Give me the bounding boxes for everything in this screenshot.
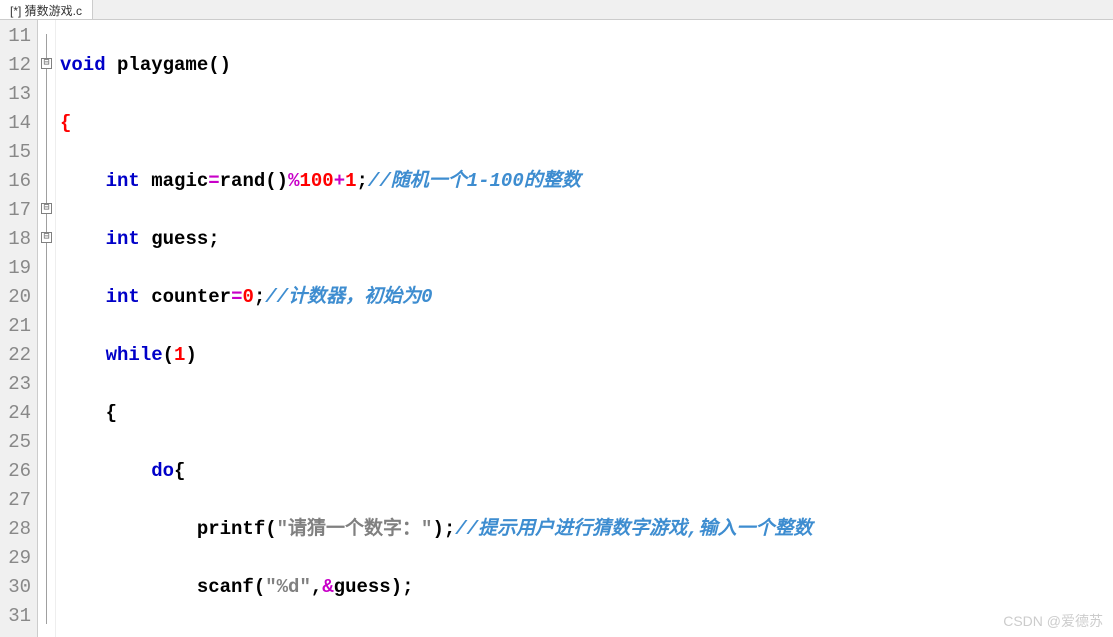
semicolon: ; [444, 518, 455, 540]
line-number: 15 [0, 138, 31, 167]
brace-open: { [174, 460, 185, 482]
line-number: 20 [0, 283, 31, 312]
comment: //随机一个1-100的整数 [368, 170, 581, 192]
line-number: 14 [0, 109, 31, 138]
number: 1 [345, 170, 356, 192]
number: 0 [242, 286, 253, 308]
string-literal: "%d" [265, 576, 311, 598]
code-area[interactable]: void playgame() { int magic=rand()%100+1… [56, 20, 1113, 637]
semicolon: ; [357, 170, 368, 192]
fold-guideline [46, 34, 47, 624]
code-line[interactable]: { [60, 109, 1113, 138]
comment: //计数器，初始为0 [265, 286, 432, 308]
line-number: 27 [0, 486, 31, 515]
identifier: magic [151, 170, 208, 192]
parens: () [208, 54, 231, 76]
paren-close: ) [391, 576, 402, 598]
line-number: 24 [0, 399, 31, 428]
line-number: 25 [0, 428, 31, 457]
tab-bar: [*] 猜数游戏.c [0, 0, 1113, 20]
line-number: 11 [0, 22, 31, 51]
number: 100 [299, 170, 333, 192]
keyword-int: int [106, 228, 140, 250]
code-line[interactable]: do{ [60, 457, 1113, 486]
code-line[interactable]: while(1) [60, 341, 1113, 370]
semicolon: ; [208, 228, 219, 250]
line-number: 23 [0, 370, 31, 399]
semicolon: ; [402, 576, 413, 598]
code-line[interactable]: int magic=rand()%100+1;//随机一个1-100的整数 [60, 167, 1113, 196]
parens: () [265, 170, 288, 192]
comment: //提示用户进行猜数字游戏,输入一个整数 [455, 518, 812, 540]
code-line[interactable]: void playgame() [60, 51, 1113, 80]
line-number: 21 [0, 312, 31, 341]
semicolon: ; [254, 286, 265, 308]
line-number: 26 [0, 457, 31, 486]
function-call: rand [220, 170, 266, 192]
op-assign: = [208, 170, 219, 192]
fold-toggle-icon[interactable]: ⊟ [41, 58, 52, 69]
line-number: 29 [0, 544, 31, 573]
identifier: counter [151, 286, 231, 308]
code-line[interactable]: int guess; [60, 225, 1113, 254]
line-number: 28 [0, 515, 31, 544]
comma: , [311, 576, 322, 598]
fold-column: ⊟ ⊟ ⊟ [38, 20, 56, 637]
keyword-void: void [60, 54, 106, 76]
paren-open: ( [163, 344, 174, 366]
identifier: guess [151, 228, 208, 250]
keyword-while: while [106, 344, 163, 366]
line-number: 30 [0, 573, 31, 602]
number: 1 [174, 344, 185, 366]
line-number: 31 [0, 602, 31, 631]
op-address: & [322, 576, 333, 598]
op-mod: % [288, 170, 299, 192]
editor: 11 12 13 14 15 16 17 18 19 20 21 22 23 2… [0, 20, 1113, 637]
code-line[interactable]: scanf("%d",&guess); [60, 573, 1113, 602]
code-line[interactable]: int counter=0;//计数器，初始为0 [60, 283, 1113, 312]
line-number: 12 [0, 51, 31, 80]
function-call: scanf [197, 576, 254, 598]
watermark: CSDN @爱德苏 [1003, 611, 1103, 631]
code-line[interactable]: printf("请猜一个数字：");//提示用户进行猜数字游戏,输入一个整数 [60, 515, 1113, 544]
op-plus: + [334, 170, 345, 192]
string-literal: "请猜一个数字：" [277, 518, 433, 540]
brace-open: { [60, 112, 71, 134]
file-tab[interactable]: [*] 猜数游戏.c [0, 0, 93, 19]
fold-toggle-icon[interactable]: ⊟ [41, 203, 52, 214]
code-line[interactable]: counter++; [60, 631, 1113, 637]
brace-open: { [106, 402, 117, 424]
keyword-do: do [151, 460, 174, 482]
line-number: 22 [0, 341, 31, 370]
line-number: 19 [0, 254, 31, 283]
paren-open: ( [254, 576, 265, 598]
function-name: playgame [117, 54, 208, 76]
function-call: printf [197, 518, 265, 540]
op-assign: = [231, 286, 242, 308]
line-number: 17 [0, 196, 31, 225]
keyword-int: int [106, 286, 140, 308]
line-number: 16 [0, 167, 31, 196]
code-line[interactable]: { [60, 399, 1113, 428]
identifier: guess [334, 576, 391, 598]
fold-toggle-icon[interactable]: ⊟ [41, 232, 52, 243]
paren-open: ( [265, 518, 276, 540]
paren-close: ) [185, 344, 196, 366]
line-number-gutter: 11 12 13 14 15 16 17 18 19 20 21 22 23 2… [0, 20, 38, 637]
keyword-int: int [106, 170, 140, 192]
paren-close: ) [432, 518, 443, 540]
line-number: 13 [0, 80, 31, 109]
line-number: 18 [0, 225, 31, 254]
